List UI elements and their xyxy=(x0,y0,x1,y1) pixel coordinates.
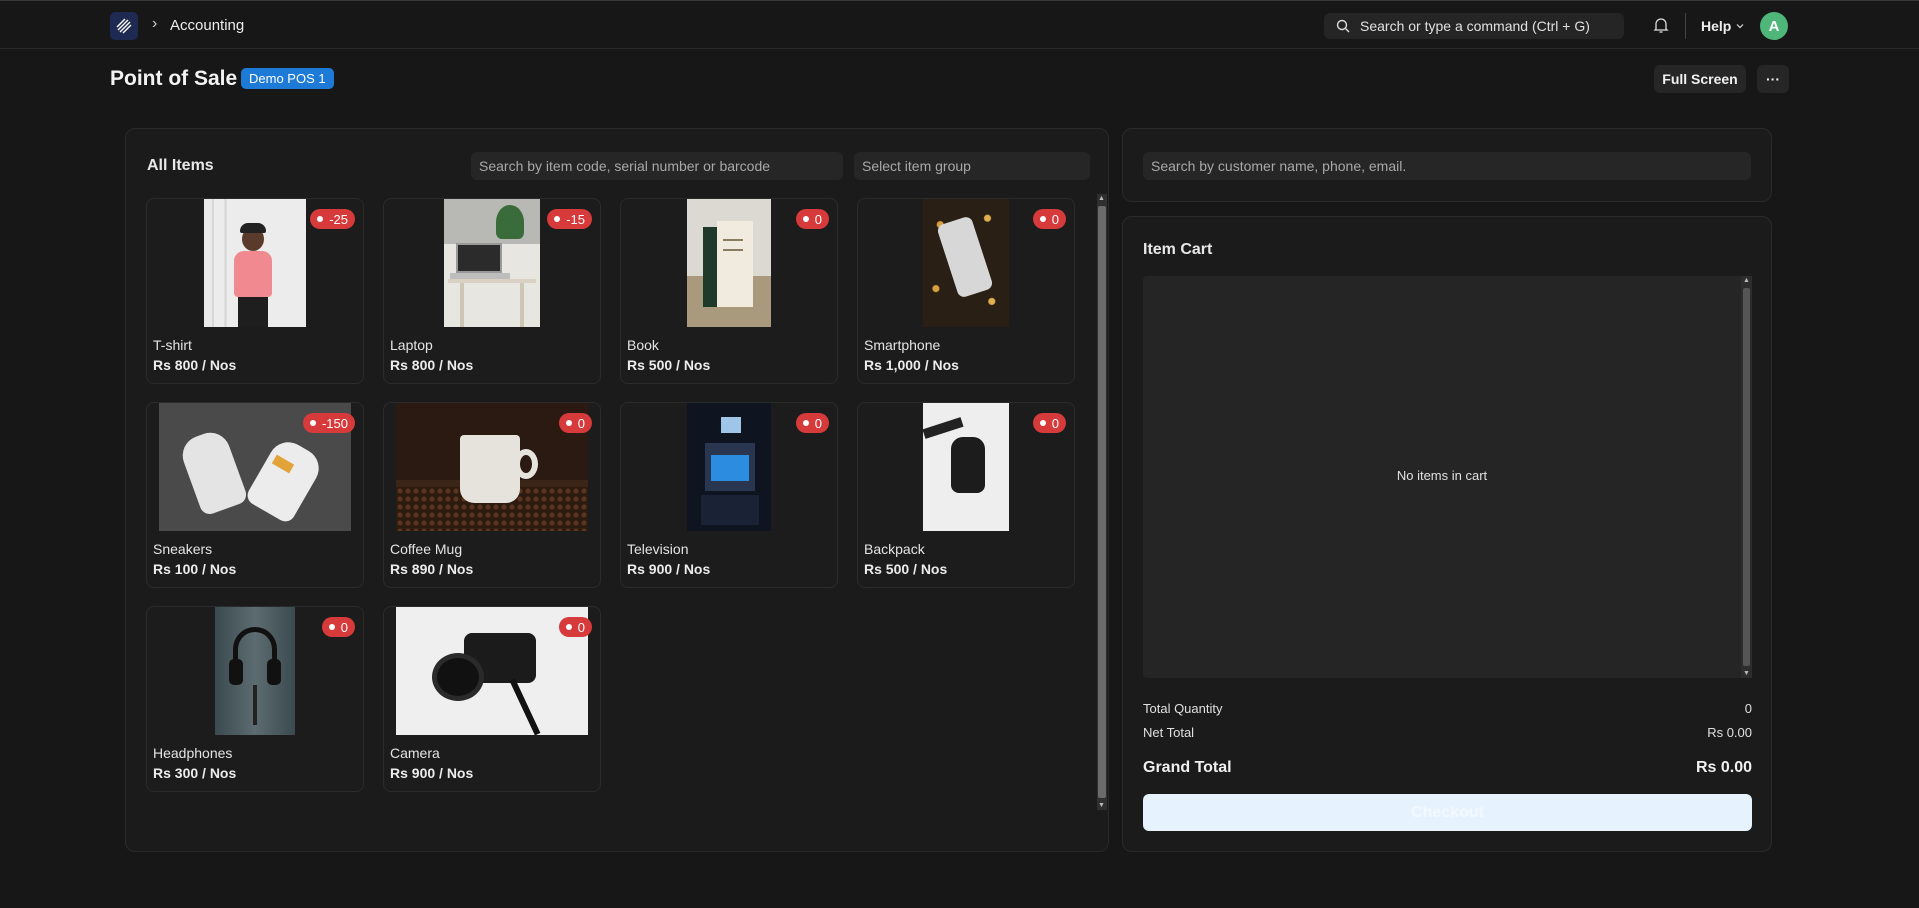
bell-icon[interactable] xyxy=(1653,16,1669,39)
customer-search-input[interactable] xyxy=(1143,152,1751,180)
television-photo xyxy=(687,403,771,531)
item-price: Rs 100 / Nos xyxy=(153,561,237,577)
stock-badge: 0 xyxy=(558,617,592,637)
scroll-up-arrow-icon[interactable]: ▲ xyxy=(1743,277,1750,284)
item-price: Rs 800 / Nos xyxy=(390,357,474,373)
item-card-sneakers[interactable]: -150 Sneakers Rs 100 / Nos xyxy=(146,402,364,588)
item-name: Headphones xyxy=(153,745,233,761)
item-name: T-shirt xyxy=(153,337,192,353)
item-price: Rs 500 / Nos xyxy=(864,561,948,577)
items-scroll-thumb[interactable] xyxy=(1098,206,1106,798)
pos-profile-badge: Demo POS 1 xyxy=(241,68,334,89)
item-name: Coffee Mug xyxy=(390,541,463,557)
item-name: Television xyxy=(627,541,689,557)
search-icon xyxy=(1336,19,1350,33)
item-price: Rs 800 / Nos xyxy=(153,357,237,373)
item-search-input[interactable] xyxy=(471,152,843,180)
breadcrumb-accounting[interactable]: Accounting xyxy=(170,17,244,34)
customer-panel xyxy=(1122,128,1772,202)
item-card-camera[interactable]: 0 Camera Rs 900 / Nos xyxy=(383,606,601,792)
stock-badge: 0 xyxy=(321,617,355,637)
cart-scrollbar[interactable]: ▲ ▼ xyxy=(1741,276,1752,678)
total-quantity-value: 0 xyxy=(1744,701,1752,716)
item-price: Rs 500 / Nos xyxy=(627,357,711,373)
scroll-down-arrow-icon[interactable]: ▼ xyxy=(1098,802,1105,809)
cart-items-list: No items in cart ▲ ▼ xyxy=(1143,276,1752,678)
help-dropdown[interactable]: Help xyxy=(1701,18,1745,34)
more-options-button[interactable]: ··· xyxy=(1757,65,1789,93)
command-search-bar[interactable]: Search or type a command (Ctrl + G) xyxy=(1324,13,1624,39)
stock-badge: -150 xyxy=(302,413,355,433)
item-card-smartphone[interactable]: 0 Smartphone Rs 1,000 / Nos xyxy=(857,198,1075,384)
checkout-button[interactable]: Checkout xyxy=(1143,794,1752,831)
top-navbar: › Accounting Search or type a command (C… xyxy=(0,0,1919,49)
cart-scroll-thumb[interactable] xyxy=(1743,288,1750,666)
items-scrollbar[interactable]: ▲ ▼ xyxy=(1097,194,1107,810)
cart-title: Item Cart xyxy=(1143,241,1213,258)
full-screen-button[interactable]: Full Screen xyxy=(1654,65,1746,93)
all-items-title: All Items xyxy=(147,157,214,174)
item-price: Rs 300 / Nos xyxy=(153,765,237,781)
page-title: Point of Sale xyxy=(110,67,238,90)
item-name: Laptop xyxy=(390,337,433,353)
item-name: Sneakers xyxy=(153,541,213,557)
item-card-coffee-mug[interactable]: 0 Coffee Mug Rs 890 / Nos xyxy=(383,402,601,588)
stock-badge: 0 xyxy=(1032,413,1066,433)
item-price: Rs 900 / Nos xyxy=(627,561,711,577)
navbar-divider xyxy=(1685,13,1686,39)
chevron-right-icon: › xyxy=(152,15,158,32)
command-search-placeholder: Search or type a command (Ctrl + G) xyxy=(1360,18,1590,34)
items-grid: -25 T-shirt Rs 800 / Nos -15 Laptop Rs 8… xyxy=(146,198,1090,820)
item-card-laptop[interactable]: -15 Laptop Rs 800 / Nos xyxy=(383,198,601,384)
item-price: Rs 900 / Nos xyxy=(390,765,474,781)
backpack-photo xyxy=(923,403,1009,531)
item-name: Camera xyxy=(390,745,440,761)
net-total-value: Rs 0.00 xyxy=(1707,725,1752,740)
laptop-photo xyxy=(444,199,540,327)
item-price: Rs 1,000 / Nos xyxy=(864,357,959,373)
items-panel: All Items -25 T-shirt Rs 800 / Nos xyxy=(125,128,1109,852)
app-logo[interactable] xyxy=(110,12,138,40)
total-quantity-label: Total Quantity xyxy=(1143,701,1223,716)
cart-panel: Item Cart No items in cart ▲ ▼ Total Qua… xyxy=(1122,216,1772,852)
frappe-logo-icon xyxy=(116,18,132,34)
scroll-up-arrow-icon[interactable]: ▲ xyxy=(1098,195,1105,202)
item-card-television[interactable]: 0 Television Rs 900 / Nos xyxy=(620,402,838,588)
item-card-book[interactable]: 0 Book Rs 500 / Nos xyxy=(620,198,838,384)
item-card-backpack[interactable]: 0 Backpack Rs 500 / Nos xyxy=(857,402,1075,588)
item-price: Rs 890 / Nos xyxy=(390,561,474,577)
stock-badge: 0 xyxy=(1032,209,1066,229)
grand-total-label: Grand Total xyxy=(1143,759,1232,776)
user-avatar[interactable]: A xyxy=(1760,12,1788,40)
item-name: Smartphone xyxy=(864,337,941,353)
net-total-label: Net Total xyxy=(1143,725,1195,740)
item-name: Backpack xyxy=(864,541,925,557)
chevron-down-icon xyxy=(1736,24,1744,29)
book-photo xyxy=(687,199,771,327)
smartphone-photo xyxy=(923,199,1009,327)
headphones-photo xyxy=(215,607,295,735)
stock-badge: -15 xyxy=(547,209,592,229)
grand-total-row: Grand Total Rs 0.00 xyxy=(1143,759,1752,777)
help-label: Help xyxy=(1701,18,1732,34)
stock-badge: -25 xyxy=(310,209,355,229)
stock-badge: 0 xyxy=(795,209,829,229)
item-card-tshirt[interactable]: -25 T-shirt Rs 800 / Nos xyxy=(146,198,364,384)
item-card-headphones[interactable]: 0 Headphones Rs 300 / Nos xyxy=(146,606,364,792)
item-group-select[interactable] xyxy=(854,152,1090,180)
grand-total-value: Rs 0.00 xyxy=(1695,759,1752,776)
tshirt-photo xyxy=(204,199,306,327)
total-quantity-row: Total Quantity 0 xyxy=(1143,701,1752,716)
net-total-row: Net Total Rs 0.00 xyxy=(1143,725,1752,740)
stock-badge: 0 xyxy=(558,413,592,433)
stock-badge: 0 xyxy=(795,413,829,433)
scroll-down-arrow-icon[interactable]: ▼ xyxy=(1743,670,1750,677)
cart-empty-message: No items in cart xyxy=(1396,468,1488,483)
item-name: Book xyxy=(627,337,659,353)
